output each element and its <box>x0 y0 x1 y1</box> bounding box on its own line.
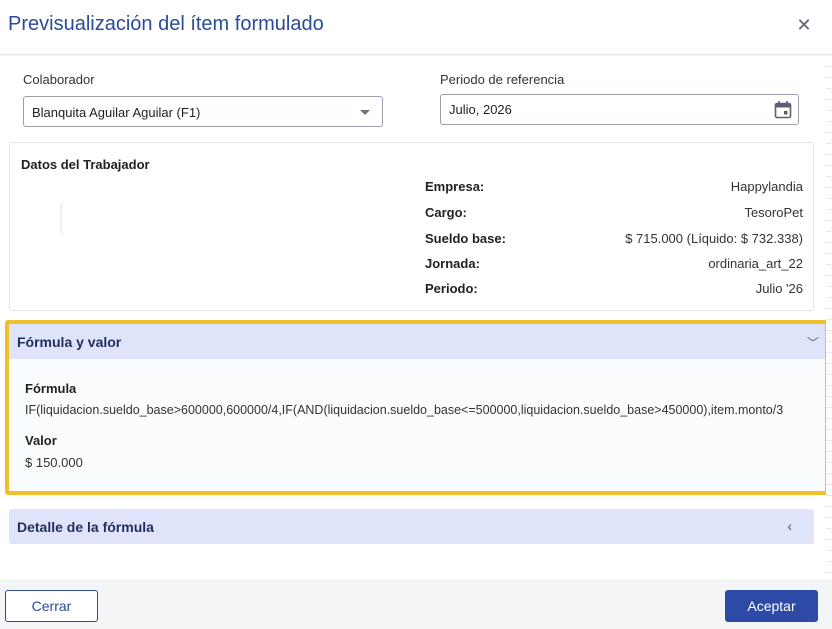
dialog-header: Previsualización del ítem formulado ✕ <box>0 0 832 55</box>
period-value: Julio, 2026 <box>449 102 512 117</box>
worker-card-title: Datos del Trabajador <box>21 157 150 172</box>
worker-row-period: Periodo: Julio '26 <box>425 281 803 299</box>
scrollbar[interactable] <box>826 56 832 579</box>
highlight-frame <box>5 320 829 495</box>
position-value: TesoroPet <box>744 205 803 220</box>
worker-data-card: Datos del Trabajador Empresa: Happylandi… <box>9 142 814 311</box>
dialog-content <box>0 56 832 579</box>
workday-value: ordinaria_art_22 <box>708 256 803 271</box>
dialog-title: Previsualización del ítem formulado <box>8 13 324 35</box>
worker-row-base-salary: Sueldo base: $ 715.000 (Líquido: $ 732.3… <box>425 231 803 249</box>
preview-dialog: Previsualización del ítem formulado ✕ Co… <box>0 0 832 629</box>
close-icon[interactable]: ✕ <box>794 14 814 36</box>
accept-button[interactable]: Aceptar <box>725 590 818 622</box>
avatar <box>60 201 74 237</box>
worker-period-label: Periodo: <box>425 281 478 296</box>
worker-row-workday: Jornada: ordinaria_art_22 <box>425 256 803 274</box>
calendar-icon[interactable] <box>774 100 792 119</box>
period-date-input[interactable]: Julio, 2026 <box>440 94 799 125</box>
worker-period-value: Julio '26 <box>755 281 803 296</box>
collaborator-select[interactable]: Blanquita Aguilar Aguilar (F1) <box>23 96 383 127</box>
dialog-footer: Cerrar Aceptar <box>0 579 832 629</box>
position-label: Cargo: <box>425 205 467 220</box>
worker-row-company: Empresa: Happylandia <box>425 179 803 197</box>
base-salary-label: Sueldo base: <box>425 231 506 246</box>
base-salary-value: $ 715.000 (Líquido: $ 732.338) <box>625 231 803 246</box>
worker-row-position: Cargo: TesoroPet <box>425 205 803 223</box>
formula-detail-accordion-header[interactable]: Detalle de la fórmula ‹ <box>9 509 814 544</box>
company-label: Empresa: <box>425 179 485 194</box>
period-label: Periodo de referencia <box>440 72 565 87</box>
company-value: Happylandia <box>730 179 803 194</box>
chevron-left-icon[interactable]: ‹ <box>787 518 792 534</box>
formula-detail-title: Detalle de la fórmula <box>17 519 154 535</box>
close-button[interactable]: Cerrar <box>5 590 98 622</box>
collaborator-selected-value: Blanquita Aguilar Aguilar (F1) <box>32 105 201 120</box>
workday-label: Jornada: <box>425 256 480 271</box>
collaborator-label: Colaborador <box>23 72 95 87</box>
caret-down-icon <box>360 110 370 115</box>
